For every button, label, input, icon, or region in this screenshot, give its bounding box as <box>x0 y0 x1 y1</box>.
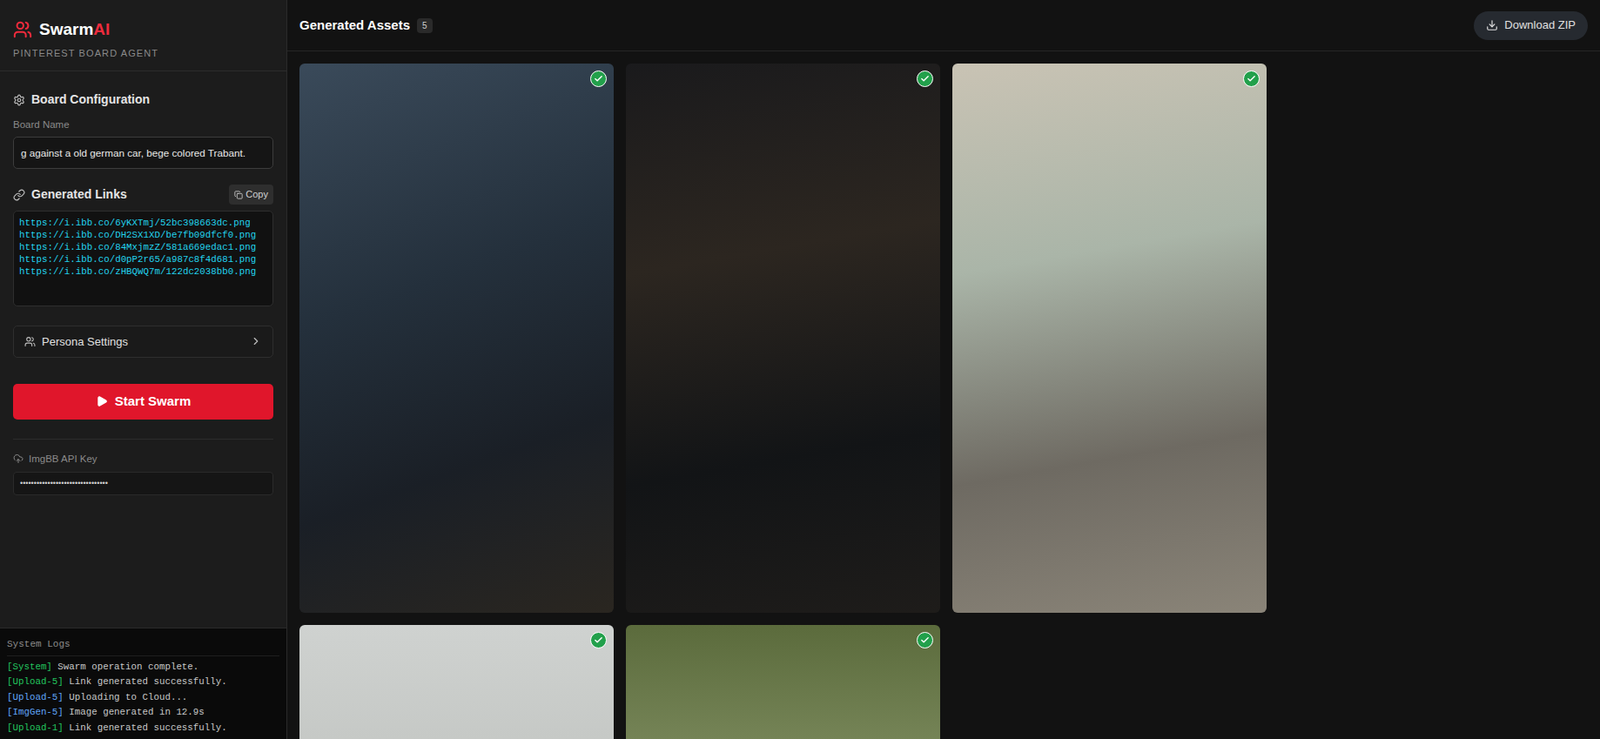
sidebar-header: SwarmAI PINTEREST BOARD AGENT <box>0 0 287 72</box>
log-entry: [ImgGen-5] Image generated in 12.9s <box>6 705 280 721</box>
link-item: https://i.ibb.co/DH2SX1XD/be7fb09dfcf0.p… <box>19 228 268 242</box>
users-icon <box>13 20 33 40</box>
divider <box>13 438 274 440</box>
asset-card[interactable] <box>625 63 941 613</box>
check-icon <box>920 73 930 84</box>
done-badge <box>1243 70 1260 88</box>
start-swarm-button[interactable]: Start Swarm <box>13 383 274 420</box>
play-icon <box>95 395 108 408</box>
board-name-input[interactable]: g against a old german car, bege colored… <box>13 136 274 169</box>
done-badge <box>590 631 607 649</box>
link-item: https://i.ibb.co/6yKXTmj/52bc398663dc.pn… <box>19 216 268 229</box>
sidebar-body: Board Configuration Board Name g against a… <box>0 71 287 628</box>
persona-settings[interactable]: Persona Settings <box>13 325 274 358</box>
log-entry: [Upload-5] Link generated successfully. <box>6 674 280 691</box>
check-icon <box>593 73 604 84</box>
logs-title: System Logs <box>6 637 280 657</box>
main: Generated Assets 5 Download ZIP <box>287 0 1600 739</box>
check-icon <box>920 635 930 646</box>
copy-icon <box>234 190 243 200</box>
links-header: Generated Links Copy <box>13 184 274 205</box>
asset-grid <box>287 51 1600 739</box>
download-icon <box>1485 19 1499 32</box>
cloud-icon <box>13 453 24 464</box>
logo-accent: AI <box>93 20 110 39</box>
link-item: https://i.ibb.co/84MxjmzZ/581a669edac1.p… <box>19 241 268 254</box>
copy-button[interactable]: Copy <box>228 184 274 205</box>
check-icon <box>593 635 604 646</box>
done-badge <box>590 70 607 88</box>
check-icon <box>1246 73 1257 84</box>
main-title: Generated Assets <box>299 15 411 36</box>
log-entry: [System] Swarm operation complete. <box>6 659 280 676</box>
main-header: Generated Assets 5 Download ZIP <box>287 0 1600 52</box>
gear-icon <box>13 94 26 107</box>
log-entry: [Upload-5] Uploading to Cloud... <box>6 690 280 706</box>
link-item: https://i.ibb.co/zHBQWQ7m/122dc2038bb0.p… <box>19 265 268 278</box>
system-logs: System Logs [System] Swarm operation comp… <box>0 627 287 739</box>
api-key-input[interactable]: •••••••••••••••••••••••••••••••• <box>13 471 274 496</box>
done-badge <box>916 631 934 649</box>
section-title: Board Configuration <box>13 90 274 109</box>
download-zip-button[interactable]: Download ZIP <box>1473 11 1588 41</box>
board-name-label: Board Name <box>13 117 274 133</box>
chevron-icon <box>249 335 263 348</box>
count-badge: 5 <box>416 18 433 34</box>
asset-card[interactable] <box>952 63 1267 613</box>
asset-card[interactable] <box>625 625 941 739</box>
link-icon <box>13 188 26 202</box>
subtitle: PINTEREST BOARD AGENT <box>13 46 274 61</box>
asset-card[interactable] <box>299 625 614 739</box>
link-item: https://i.ibb.co/d0pP2r65/a987c8f4d681.p… <box>19 253 268 266</box>
log-entry: [Upload-1] Link generated successfully. <box>6 720 280 737</box>
links-title: Generated Links <box>31 185 128 204</box>
done-badge <box>916 70 934 88</box>
sidebar: SwarmAI PINTEREST BOARD AGENT Board Config… <box>0 0 288 739</box>
logo: SwarmAI <box>13 17 274 43</box>
logo-name: Swarm <box>39 20 94 39</box>
api-key-label: ImgBB API Key <box>13 451 274 467</box>
asset-card[interactable] <box>299 63 614 613</box>
users-icon <box>24 336 36 348</box>
app: SwarmAI PINTEREST BOARD AGENT Board Config… <box>0 0 1600 739</box>
links-box[interactable]: https://i.ibb.co/6yKXTmj/52bc398663dc.pn… <box>13 210 274 307</box>
